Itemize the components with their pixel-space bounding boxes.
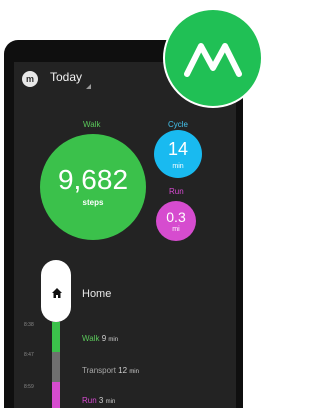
walk-summary-circle[interactable]: 9,682 steps (40, 134, 146, 240)
activity-duration: 9 (101, 334, 107, 343)
time-label: 8:38 (24, 322, 34, 328)
time-label: 8:59 (24, 384, 34, 390)
activity-duration-unit: min (108, 337, 119, 343)
cycle-unit: min (172, 163, 184, 170)
place-name: Home (82, 288, 112, 300)
run-summary-circle[interactable]: 0.3 mi (156, 201, 196, 241)
activity-duration: 12 (118, 366, 128, 375)
run-segment (52, 382, 60, 408)
walk-label: Walk (83, 120, 101, 129)
activity-row-run[interactable]: Run 3 min (82, 396, 115, 405)
moves-logo-mark (184, 43, 242, 77)
walk-steps-unit: steps (82, 198, 104, 207)
dropdown-indicator-icon (86, 84, 91, 89)
activity-name: Walk (82, 334, 100, 343)
activity-duration: 3 (98, 396, 104, 405)
activity-duration-unit: min (105, 399, 116, 405)
run-unit: mi (172, 226, 180, 233)
time-label: 8:47 (24, 352, 34, 358)
walk-segment (52, 322, 60, 352)
activity-row-walk[interactable]: Walk 9 min (82, 334, 118, 343)
cycle-value: 14 (167, 139, 189, 159)
date-selector[interactable]: Today (50, 70, 82, 84)
app-screen: m Today Walk 9,682 steps Cycle 14 min Ru… (14, 62, 236, 408)
home-icon (52, 288, 62, 298)
app-logo-icon[interactable]: m (22, 71, 38, 87)
activity-name: Run (82, 396, 97, 405)
run-label: Run (169, 187, 184, 196)
activity-name: Transport (82, 366, 116, 375)
cycle-label: Cycle (168, 120, 189, 129)
run-value: 0.3 (166, 209, 186, 225)
moves-logo-icon (163, 8, 263, 108)
transport-segment (52, 352, 60, 382)
activity-row-transport[interactable]: Transport 12 min (82, 366, 139, 375)
walk-steps-value: 9,682 (57, 164, 129, 195)
activity-duration-unit: min (129, 369, 139, 375)
cycle-summary-circle[interactable]: 14 min (154, 130, 202, 178)
